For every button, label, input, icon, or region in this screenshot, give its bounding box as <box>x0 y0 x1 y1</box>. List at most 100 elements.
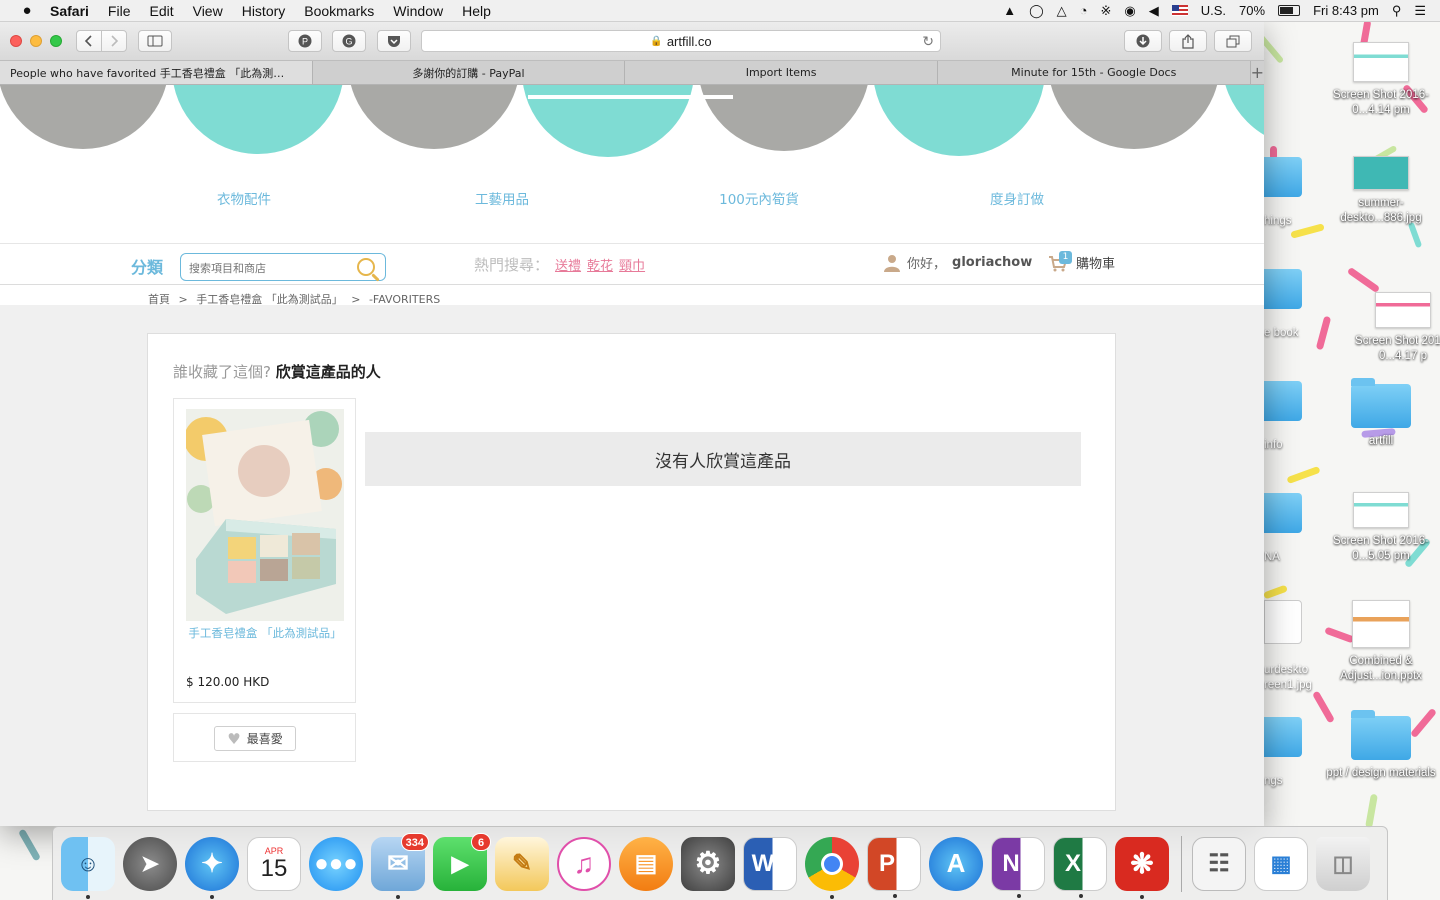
category-link-crafts[interactable]: 工藝用品 <box>422 188 582 208</box>
dock-onenote[interactable]: N <box>991 836 1045 898</box>
tab-paypal[interactable]: 多謝你的訂購 - PayPal <box>313 61 626 84</box>
dock-trash[interactable]: ◫ <box>1316 836 1370 891</box>
dock-powerpoint[interactable]: P <box>867 836 921 898</box>
grammarly-extension-button[interactable]: G <box>332 30 366 52</box>
dock-facetime[interactable]: ▶ 6 <box>433 832 491 891</box>
zoom-window-button[interactable] <box>50 35 62 47</box>
dock-finder[interactable]: ☺ <box>61 836 115 899</box>
dock-excel[interactable]: X <box>1053 836 1107 898</box>
search-input[interactable] <box>189 259 349 277</box>
dock-downloads-stack[interactable]: ▦ <box>1254 836 1308 891</box>
product-name-link[interactable]: 手工香皂禮盒 「此為測試品」 <box>182 621 348 645</box>
dock-mail[interactable]: ✉ 334 <box>371 832 429 899</box>
folder-icon[interactable] <box>1264 269 1302 309</box>
dock-safari[interactable]: ✦ <box>185 836 239 899</box>
folder-icon[interactable] <box>1264 157 1302 197</box>
menu-edit[interactable]: Edit <box>149 3 173 19</box>
address-bar[interactable]: 🔒 artfill.co ↻ <box>421 30 941 52</box>
menu-app-name[interactable]: Safari <box>50 3 89 19</box>
dock-word[interactable]: W <box>743 836 797 891</box>
clock[interactable]: Fri 8:43 pm <box>1313 3 1379 18</box>
dock-ibooks[interactable]: ▤ <box>619 836 673 891</box>
desktop-icon-screenshot[interactable]: Screen Shot 2016-0...4.17 p <box>1348 292 1440 364</box>
close-window-button[interactable] <box>10 35 22 47</box>
tab-import-items[interactable]: Import Items <box>625 61 938 84</box>
forward-button[interactable] <box>101 30 127 52</box>
us-flag-icon[interactable] <box>1171 5 1188 16</box>
category-link-under-100[interactable]: 100元內筍貨 <box>679 188 839 208</box>
volume-icon[interactable]: ◀ <box>1149 3 1159 19</box>
category-link-accessories[interactable]: 衣物配件 <box>164 188 324 208</box>
time-machine-icon[interactable]: ◔ <box>1080 3 1088 18</box>
desktop-icon-folder[interactable]: artfill <box>1326 378 1436 449</box>
running-indicator <box>893 893 897 898</box>
dock-chrome[interactable] <box>805 836 859 899</box>
folder-icon[interactable] <box>1264 381 1302 421</box>
dock-system-preferences[interactable]: ⚙ <box>681 836 735 891</box>
desktop-icon-pptx[interactable]: Combined & Adjust...ion.pptx <box>1326 600 1436 684</box>
breadcrumb-home[interactable]: 首頁 <box>148 293 170 306</box>
dock-documents-stack[interactable]: ☷ <box>1192 836 1246 891</box>
dock-pages[interactable]: ✎ <box>495 836 549 891</box>
share-button[interactable] <box>1169 30 1207 52</box>
folder-icon[interactable] <box>1264 717 1302 757</box>
folder-icon[interactable] <box>1264 493 1302 533</box>
dock-launchpad[interactable]: ➤ <box>123 836 177 891</box>
hot-keyword-gift[interactable]: 送禮 <box>555 255 581 274</box>
battery-icon[interactable] <box>1278 5 1301 16</box>
site-logo[interactable] <box>528 95 733 99</box>
onenote-icon: N <box>1002 849 1020 877</box>
menu-window[interactable]: Window <box>393 3 443 19</box>
sidebar-toggle-button[interactable] <box>138 30 172 52</box>
pocket-extension-button[interactable] <box>377 30 411 52</box>
category-menu[interactable]: 分類 <box>131 254 163 278</box>
minimize-window-button[interactable] <box>30 35 42 47</box>
input-source-label[interactable]: U.S. <box>1201 3 1226 18</box>
hot-keyword-scarf[interactable]: 頸巾 <box>619 255 645 274</box>
dock-calendar[interactable]: APR 15 <box>247 836 301 891</box>
desktop-icon-image[interactable]: summer-deskto...886.jpg <box>1326 156 1436 226</box>
desktop-icon-folder[interactable]: ppt / design materials <box>1326 710 1436 781</box>
dock-itunes[interactable]: ♫ <box>557 836 611 891</box>
image-thumbnail-icon[interactable] <box>1264 600 1302 644</box>
apple-menu-icon[interactable]: ● <box>10 2 44 19</box>
adobe-status-icon[interactable]: ▲ <box>1003 3 1016 18</box>
notification-center-icon[interactable]: ☰ <box>1414 3 1426 19</box>
bluetooth-icon[interactable]: ※ <box>1100 3 1111 19</box>
back-button[interactable] <box>76 30 102 52</box>
shopping-cart[interactable]: 1 購物車 <box>1048 250 1115 272</box>
menu-view[interactable]: View <box>193 3 223 19</box>
favorite-button[interactable]: ♥ 最喜愛 <box>214 726 296 751</box>
creative-cloud-icon[interactable]: ◯ <box>1029 3 1044 19</box>
downloads-button[interactable] <box>1124 30 1162 52</box>
dock-acrobat[interactable]: ❋ <box>1115 836 1169 899</box>
user-greeting[interactable]: 你好， gloriachow <box>883 253 1032 272</box>
breadcrumb-product[interactable]: 手工香皂禮盒 「此為測試品」 <box>196 293 343 306</box>
desktop-icon-screenshot[interactable]: Screen Shot 2016-0...4.14 pm <box>1326 42 1436 118</box>
show-all-tabs-button[interactable] <box>1214 30 1252 52</box>
wifi-icon[interactable]: ◉ <box>1124 3 1135 19</box>
drive-status-icon[interactable]: △ <box>1057 3 1067 19</box>
battery-percent[interactable]: 70% <box>1239 3 1265 18</box>
web-page: 衣物配件 工藝用品 100元內筍貨 度身訂做 分類 熱門搜尋： 送禮 乾花 頸巾 <box>0 85 1264 826</box>
soap-gift-box-image <box>186 409 344 621</box>
menu-file[interactable]: File <box>108 3 131 19</box>
desktop-icon-screenshot[interactable]: Screen Shot 2016-0...5.05 pm <box>1326 492 1436 564</box>
pinterest-extension-button[interactable]: P <box>288 30 322 52</box>
new-tab-button[interactable]: + <box>1251 61 1264 84</box>
category-link-custom[interactable]: 度身訂做 <box>937 188 1097 208</box>
reload-icon[interactable]: ↻ <box>922 33 934 50</box>
tab-google-docs[interactable]: Minute for 15th - Google Docs <box>938 61 1251 84</box>
dock-app-store[interactable]: A <box>929 836 983 891</box>
menu-bookmarks[interactable]: Bookmarks <box>304 3 374 19</box>
confetti <box>1346 266 1381 294</box>
spotlight-search-icon[interactable]: ⚲ <box>1392 3 1402 19</box>
search-icon[interactable] <box>357 258 375 276</box>
dock-messages[interactable]: ●●● <box>309 836 363 891</box>
product-card[interactable]: 手工香皂禮盒 「此為測試品」 $ 120.00 HKD <box>173 398 356 703</box>
product-image[interactable] <box>186 409 344 621</box>
tab-favoriters[interactable]: People who have favorited 手工香皂禮盒 「此為測… <box>0 61 313 84</box>
menu-help[interactable]: Help <box>462 3 491 19</box>
menu-history[interactable]: History <box>242 3 286 19</box>
hot-keyword-dried-flower[interactable]: 乾花 <box>587 255 613 274</box>
